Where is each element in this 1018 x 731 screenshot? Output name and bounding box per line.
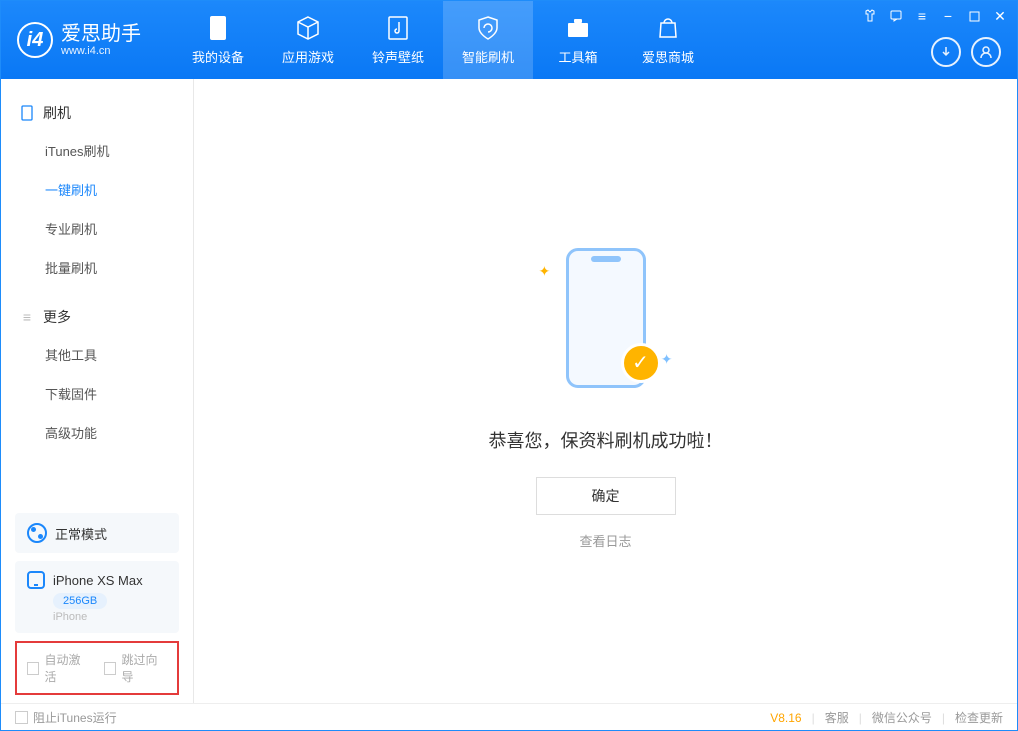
tab-label: 我的设备 [192, 47, 244, 66]
checkbox-box-icon [27, 662, 39, 675]
device-name: iPhone XS Max [53, 573, 143, 588]
customer-service-link[interactable]: 客服 [825, 709, 849, 726]
app-body: 刷机 iTunes刷机 一键刷机 专业刷机 批量刷机 ≡ 更多 其他工具 下载固… [1, 79, 1017, 703]
version-label: V8.16 [770, 711, 801, 725]
separator: | [859, 711, 862, 725]
tab-label: 铃声壁纸 [372, 47, 424, 66]
main-content: ✦ ✓ ✦ 恭喜您，保资料刷机成功啦！ 确定 查看日志 [194, 79, 1017, 703]
download-button[interactable] [931, 37, 961, 67]
checkbox-skip-guide[interactable]: 跳过向导 [104, 651, 167, 685]
sidebar-item-pro-flash[interactable]: 专业刷机 [1, 209, 193, 248]
success-message: 恭喜您，保资料刷机成功啦！ [489, 427, 723, 453]
mode-label: 正常模式 [55, 524, 107, 543]
sidebar-item-batch-flash[interactable]: 批量刷机 [1, 248, 193, 287]
phone-icon [205, 15, 231, 41]
app-subtitle: www.i4.cn [61, 45, 141, 57]
sidebar-item-advanced[interactable]: 高级功能 [1, 413, 193, 452]
group-title: 更多 [43, 307, 71, 327]
highlighted-checkbox-row: 自动激活 跳过向导 [15, 641, 179, 695]
toolbox-icon [565, 15, 591, 41]
sidebar: 刷机 iTunes刷机 一键刷机 专业刷机 批量刷机 ≡ 更多 其他工具 下载固… [1, 79, 194, 703]
checkbox-label: 阻止iTunes运行 [33, 709, 117, 726]
checkbox-auto-activate[interactable]: 自动激活 [27, 651, 90, 685]
cube-icon [295, 15, 321, 41]
tab-smart-flash[interactable]: 智能刷机 [443, 1, 533, 79]
list-icon: ≡ [19, 309, 35, 325]
tab-apps-games[interactable]: 应用游戏 [263, 1, 353, 79]
capacity-badge: 256GB [53, 593, 107, 609]
checkbox-box-icon [15, 711, 28, 724]
app-title: 爱思助手 [61, 23, 141, 45]
tab-my-device[interactable]: 我的设备 [173, 1, 263, 79]
mode-icon [27, 523, 47, 543]
bag-icon [655, 15, 681, 41]
wechat-link[interactable]: 微信公众号 [872, 709, 932, 726]
group-title: 刷机 [43, 103, 71, 123]
close-button[interactable]: ✕ [991, 7, 1009, 25]
separator: | [812, 711, 815, 725]
device-card[interactable]: iPhone XS Max 256GB iPhone [15, 561, 179, 633]
sidebar-group-more[interactable]: ≡ 更多 [1, 299, 193, 335]
checkbox-label: 跳过向导 [121, 651, 167, 685]
check-update-link[interactable]: 检查更新 [955, 709, 1003, 726]
maximize-button[interactable] [965, 7, 983, 25]
sidebar-bottom: 正常模式 iPhone XS Max 256GB iPhone 自动激活 跳过向… [1, 505, 193, 703]
tab-toolbox[interactable]: 工具箱 [533, 1, 623, 79]
header-right-buttons [931, 37, 1001, 67]
music-note-icon [385, 15, 411, 41]
device-icon [27, 571, 45, 589]
checkmark-badge-icon: ✓ [621, 343, 661, 383]
device-icon [19, 105, 35, 121]
sidebar-scroll: 刷机 iTunes刷机 一键刷机 专业刷机 批量刷机 ≡ 更多 其他工具 下载固… [1, 79, 193, 505]
view-log-link[interactable]: 查看日志 [579, 531, 631, 550]
sidebar-group-flash[interactable]: 刷机 [1, 95, 193, 131]
tab-label: 应用游戏 [282, 47, 334, 66]
minimize-button[interactable]: − [939, 7, 957, 25]
sidebar-item-other-tools[interactable]: 其他工具 [1, 335, 193, 374]
window-controls: ≡ − ✕ [861, 7, 1009, 25]
tab-store[interactable]: 爱思商城 [623, 1, 713, 79]
app-footer: 阻止iTunes运行 V8.16 | 客服 | 微信公众号 | 检查更新 [1, 703, 1017, 731]
tab-label: 智能刷机 [462, 47, 514, 66]
sidebar-item-download-firmware[interactable]: 下载固件 [1, 374, 193, 413]
footer-right: V8.16 | 客服 | 微信公众号 | 检查更新 [770, 709, 1003, 726]
checkbox-block-itunes[interactable]: 阻止iTunes运行 [15, 709, 117, 726]
app-logo-icon: i4 [17, 22, 53, 58]
menu-icon[interactable]: ≡ [913, 7, 931, 25]
tab-label: 爱思商城 [642, 47, 694, 66]
device-type: iPhone [53, 611, 87, 623]
shirt-icon[interactable] [861, 7, 879, 25]
success-illustration: ✦ ✓ ✦ [531, 233, 681, 403]
logo-text: 爱思助手 www.i4.cn [61, 23, 141, 57]
shield-refresh-icon [475, 15, 501, 41]
mode-card[interactable]: 正常模式 [15, 513, 179, 553]
ok-button[interactable]: 确定 [536, 477, 676, 515]
sidebar-item-itunes-flash[interactable]: iTunes刷机 [1, 131, 193, 170]
user-button[interactable] [971, 37, 1001, 67]
tab-ringtones-wallpapers[interactable]: 铃声壁纸 [353, 1, 443, 79]
sparkle-icon: ✦ [539, 263, 551, 280]
feedback-icon[interactable] [887, 7, 905, 25]
checkbox-box-icon [104, 662, 116, 675]
sidebar-item-oneclick-flash[interactable]: 一键刷机 [1, 170, 193, 209]
sparkle-icon: ✦ [661, 351, 673, 368]
tab-label: 工具箱 [558, 47, 597, 66]
nav-tabs: 我的设备 应用游戏 铃声壁纸 智能刷机 工具箱 爱思商城 [173, 1, 713, 79]
separator: | [942, 711, 945, 725]
checkbox-label: 自动激活 [44, 651, 90, 685]
app-header: i4 爱思助手 www.i4.cn 我的设备 应用游戏 铃声壁纸 智能刷机 工具… [1, 1, 1017, 79]
logo-area: i4 爱思助手 www.i4.cn [1, 22, 157, 58]
